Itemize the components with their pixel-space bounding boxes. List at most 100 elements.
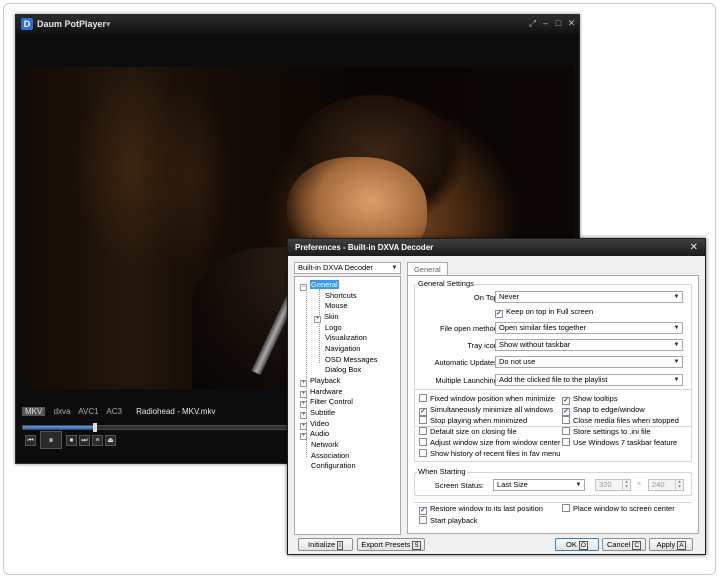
previous-icon[interactable]: ⏮	[25, 435, 36, 446]
checkbox-box[interactable]: ✓	[562, 408, 570, 416]
center-window-checkbox[interactable]: Place window to screen center	[562, 504, 675, 513]
fixed-position-checkbox[interactable]: Fixed window position when minimize	[419, 394, 555, 403]
ok-button[interactable]: OK O	[555, 538, 599, 551]
adjust-window-size-checkbox[interactable]: Adjust window size from window center	[419, 438, 560, 447]
checkbox-box[interactable]	[419, 416, 427, 424]
expand-icon[interactable]: +	[300, 380, 307, 387]
show-tooltips-label: Show tooltips	[573, 394, 618, 403]
maximize-icon[interactable]: □	[553, 18, 564, 28]
checkbox-box[interactable]	[562, 438, 570, 446]
tree-item-general[interactable]: − General	[300, 280, 339, 291]
category-select[interactable]: Built-in DXVA Decoder ▼	[294, 262, 401, 274]
collapse-icon[interactable]: −	[300, 284, 307, 291]
close-icon[interactable]: ✕	[566, 18, 577, 29]
minimize-all-checkbox[interactable]: ✓ Simultaneously minimize all windows	[419, 405, 553, 416]
title-menu-arrow-icon[interactable]: ▾	[106, 19, 111, 29]
tree-item-skin[interactable]: + Skin	[314, 312, 339, 323]
checkbox-box[interactable]: ✓	[562, 397, 570, 405]
tree-item-association[interactable]: Association	[311, 451, 349, 460]
tree-item-playback[interactable]: + Playback	[300, 376, 340, 387]
width-spinner[interactable]: 320 ▲ ▼	[595, 479, 631, 491]
general-settings-title: General Settings	[417, 279, 475, 288]
restore-position-label: Restore window to its last position	[430, 504, 543, 513]
player-titlebar[interactable]: D Daum PotPlayer▾ ⤢ – □ ✕	[16, 15, 579, 34]
win7-taskbar-checkbox[interactable]: Use Windows 7 taskbar feature	[562, 438, 677, 447]
checkbox-box[interactable]	[419, 438, 427, 446]
playlist-icon[interactable]: ≡	[92, 435, 103, 446]
tree-item-shortcuts[interactable]: Shortcuts	[325, 291, 357, 300]
checkbox-box[interactable]	[562, 427, 570, 435]
checkbox-box[interactable]	[419, 427, 427, 435]
tree-item-dialog-box[interactable]: Dialog Box	[325, 365, 361, 374]
video-codec-label: AVC1	[78, 407, 99, 416]
expand-icon[interactable]: +	[300, 433, 307, 440]
minimize-icon[interactable]: –	[540, 18, 551, 28]
show-tooltips-checkbox[interactable]: ✓ Show tooltips	[562, 394, 618, 405]
expand-icon[interactable]: +	[300, 412, 307, 419]
keep-on-top-fullscreen-label: Keep on top in Full screen	[506, 307, 594, 316]
checkbox-box[interactable]	[419, 394, 427, 402]
on-top-select[interactable]: Never ▼	[495, 291, 683, 303]
tree-item-mouse[interactable]: Mouse	[325, 301, 348, 310]
checkbox-box[interactable]: ✓	[495, 310, 503, 318]
checkbox-box[interactable]	[419, 516, 427, 524]
expand-icon[interactable]: +	[300, 401, 307, 408]
apply-label: Apply	[656, 540, 676, 549]
tree-item-logo[interactable]: Logo	[325, 323, 342, 332]
expand-icon[interactable]: +	[314, 316, 321, 323]
tree-item-filter-control[interactable]: + Filter Control	[300, 397, 353, 408]
keep-on-top-fullscreen-checkbox[interactable]: ✓ Keep on top in Full screen	[495, 307, 593, 318]
default-size-checkbox[interactable]: Default size on closing file	[419, 427, 517, 436]
checkbox-box[interactable]	[562, 416, 570, 424]
checkbox-box[interactable]: ✓	[419, 408, 427, 416]
container-badge: MKV	[22, 407, 46, 416]
automatic-updates-select[interactable]: Do not use ▼	[495, 356, 683, 368]
height-spinner[interactable]: 240 ▲ ▼	[648, 479, 684, 491]
checkbox-box[interactable]	[562, 504, 570, 512]
tree-item-osd-messages[interactable]: OSD Messages	[325, 355, 378, 364]
category-select-value: Built-in DXVA Decoder	[298, 263, 373, 272]
close-media-checkbox[interactable]: Close media files when stopped	[562, 416, 679, 425]
tab-general[interactable]: General	[407, 262, 448, 275]
spinner-arrows-icon[interactable]: ▲ ▼	[675, 480, 683, 490]
checkbox-box[interactable]	[419, 449, 427, 457]
chevron-down-icon: ▼	[673, 342, 680, 348]
tree-item-configuration[interactable]: Configuration	[311, 461, 356, 470]
tree-item-navigation[interactable]: Navigation	[325, 344, 360, 353]
screen-status-select[interactable]: Last Size ▼	[493, 479, 585, 491]
export-presets-button[interactable]: Export Presets S	[357, 538, 425, 551]
tray-icon-value: Show without taskbar	[499, 340, 571, 349]
next-icon[interactable]: ⏭	[79, 435, 90, 446]
tree-item-audio[interactable]: + Audio	[300, 429, 329, 440]
tree-item-network[interactable]: Network	[311, 440, 339, 449]
pause-button[interactable]: ⏸	[40, 431, 62, 449]
stop-when-minimized-checkbox[interactable]: Stop playing when minimized	[419, 416, 527, 425]
spinner-arrows-icon[interactable]: ▲ ▼	[622, 480, 630, 490]
stop-icon[interactable]: ⏹	[66, 435, 77, 446]
store-ini-checkbox[interactable]: Store settings to .ini file	[562, 427, 651, 436]
show-history-checkbox[interactable]: Show history of recent files in fav menu	[419, 449, 560, 458]
initialize-button[interactable]: Initialize I	[298, 538, 353, 551]
open-file-icon[interactable]: ⏏	[105, 435, 116, 446]
dialog-close-icon[interactable]: ✕	[690, 242, 698, 253]
on-top-label: On Top:	[473, 293, 500, 302]
multiple-launching-select[interactable]: Add the clicked file to the playlist ▼	[495, 374, 683, 386]
fullscreen-icon[interactable]: ⤢	[527, 18, 538, 29]
checkbox-box[interactable]: ✓	[419, 507, 427, 515]
file-open-method-select[interactable]: Open similar files together ▼	[495, 322, 683, 334]
dialog-title[interactable]: Preferences - Built-in DXVA Decoder	[288, 239, 705, 256]
seek-handle[interactable]	[92, 423, 97, 432]
snap-to-edge-checkbox[interactable]: ✓ Snap to edge/window	[562, 405, 645, 416]
close-media-label: Close media files when stopped	[573, 416, 679, 425]
snap-to-edge-label: Snap to edge/window	[573, 405, 645, 414]
start-playback-checkbox[interactable]: Start playback	[419, 516, 478, 525]
player-title[interactable]: Daum PotPlayer▾	[37, 19, 111, 30]
restore-position-checkbox[interactable]: ✓ Restore window to its last position	[419, 504, 543, 515]
chevron-down-icon: ▼	[673, 377, 680, 383]
cancel-button[interactable]: Cancel C	[602, 538, 646, 551]
tray-icon-select[interactable]: Show without taskbar ▼	[495, 339, 683, 351]
win7-taskbar-label: Use Windows 7 taskbar feature	[573, 438, 678, 447]
apply-button[interactable]: Apply A	[649, 538, 693, 551]
tree-item-visualization[interactable]: Visualization	[325, 333, 367, 342]
tree-item-subtitle[interactable]: + Subtitle	[300, 408, 335, 419]
